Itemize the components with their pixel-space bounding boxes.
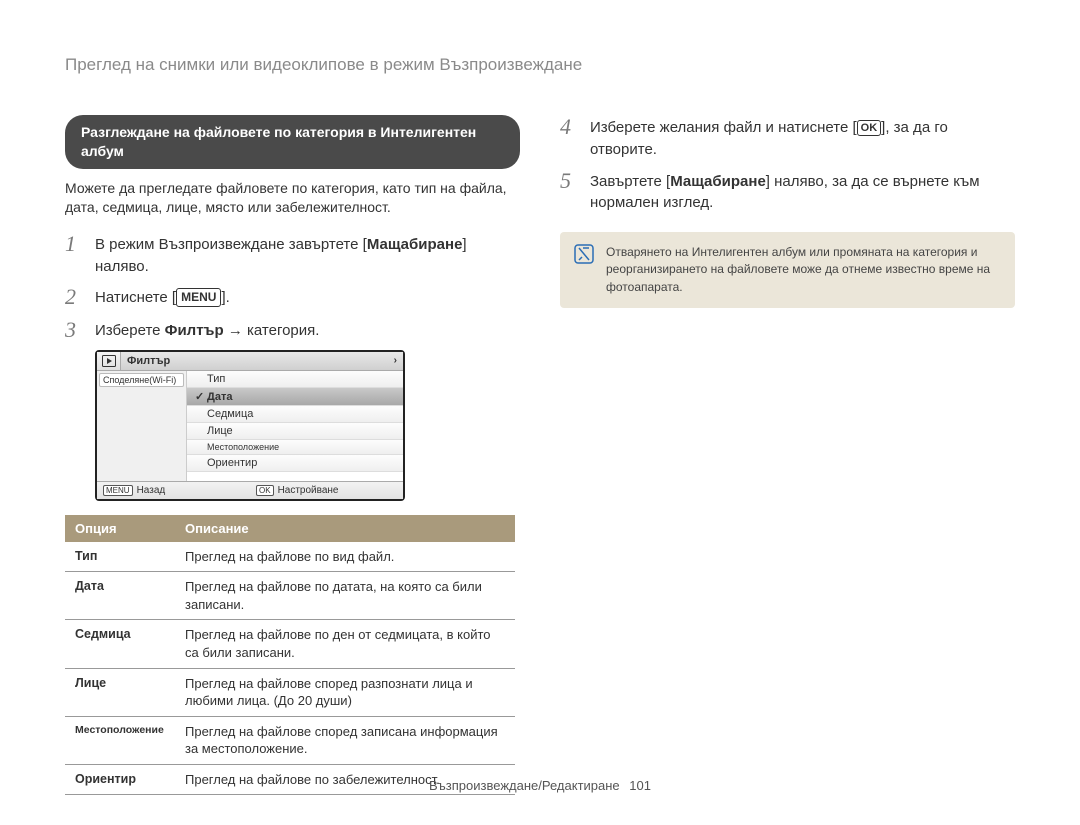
left-column: Разглеждане на файловете по категория в … [65,115,520,795]
opt-desc: Преглед на файлове по ден от седмицата, … [175,620,515,668]
opt-name: Седмица [65,620,175,668]
menu-key-icon: MENU [103,485,133,496]
text: Завъртете [ [590,173,670,190]
list-item-label: Тип [207,373,225,385]
opt-desc: Преглед на файлове според записана инфор… [175,716,515,764]
step-text: Завъртете [Мащабиране] наляво, за да се … [590,169,1015,215]
step-3: 3 Изберете Филтър → категория. [65,318,520,342]
page-footer: Възпроизвеждане/Редактиране 101 [0,778,1080,793]
list-item-label: Дата [207,391,232,403]
note-box: Отварянето на Интелигентен албум или про… [560,232,1015,308]
step-text: Натиснете [MENU]. [95,285,230,309]
camera-screen-mock: Филтър › Споделяне(Wi-Fi) Тип ✓Дата Седм… [95,350,405,501]
filter-list: Тип ✓Дата Седмица Лице Местоположение Ор… [187,371,403,481]
step-1: 1 В режим Възпроизвеждане завъртете [Мащ… [65,232,520,278]
table-row: СедмицаПреглед на файлове по ден от седм… [65,620,515,668]
page-number: 101 [629,778,651,793]
th-description: Описание [175,515,515,542]
text: → категория. [224,322,320,339]
step-2: 2 Натиснете [MENU]. [65,285,520,309]
step-text: В режим Възпроизвеждане завъртете [Мащаб… [95,232,520,278]
list-item-label: Седмица [207,408,253,420]
footer-section: Възпроизвеждане/Редактиране [429,778,620,793]
text: Изберете желания файл и натиснете [ [590,119,857,136]
list-item-label: Ориентир [207,457,257,469]
ok-key-icon: OK [256,485,274,496]
footer-set: OK Настройване [250,482,403,499]
text: Изберете [95,322,165,339]
zoom-label: Мащабиране [367,236,463,253]
list-item: Тип [187,371,403,388]
list-item: Местоположение [187,440,403,455]
set-label: Настройване [278,485,339,496]
opt-name: Лице [65,668,175,716]
options-table: Опция Описание ТипПреглед на файлове по … [65,515,515,795]
step-number: 5 [560,169,578,215]
list-item: Ориентир [187,455,403,472]
opt-desc: Преглед на файлове по датата, на която с… [175,572,515,620]
text: ]. [221,289,229,306]
footer-back: MENU Назад [97,482,250,499]
table-row: МестоположениеПреглед на файлове според … [65,716,515,764]
menu-key-icon: MENU [176,288,221,307]
table-row: ДатаПреглед на файлове по датата, на коя… [65,572,515,620]
table-row: ЛицеПреглед на файлове според разпознати… [65,668,515,716]
intro-text: Можете да прегледате файловете по катего… [65,179,520,218]
filter-tab: Филтър › [121,352,403,370]
note-icon [574,244,594,264]
list-item: Седмица [187,406,403,423]
chevron-right-icon: › [394,355,397,366]
right-column: 4 Изберете желания файл и натиснете [OK]… [560,115,1015,795]
ok-key-icon: OK [857,120,882,136]
text: Натиснете [ [95,289,176,306]
opt-name: Дата [65,572,175,620]
share-wifi-item: Споделяне(Wi-Fi) [99,373,184,387]
step-5: 5 Завъртете [Мащабиране] наляво, за да с… [560,169,1015,215]
note-text: Отварянето на Интелигентен албум или про… [606,244,1001,296]
step-text: Изберете Филтър → категория. [95,318,319,342]
filter-label: Филтър [165,322,224,339]
opt-desc: Преглед на файлове по вид файл. [175,542,515,572]
step-text: Изберете желания файл и натиснете [OK], … [590,115,1015,161]
th-option: Опция [65,515,175,542]
zoom-label: Мащабиране [670,173,766,190]
section-heading-pill: Разглеждане на файловете по категория в … [65,115,520,169]
opt-desc: Преглед на файлове според разпознати лиц… [175,668,515,716]
text: В режим Възпроизвеждане завъртете [ [95,236,367,253]
opt-name: Местоположение [65,716,175,764]
step-number: 3 [65,318,83,342]
filter-tab-label: Филтър [127,355,170,367]
back-label: Назад [137,485,166,496]
list-item-selected: ✓Дата [187,388,403,406]
step-4: 4 Изберете желания файл и натиснете [OK]… [560,115,1015,161]
opt-name: Тип [65,542,175,572]
check-icon: ✓ [195,390,207,403]
play-icon [97,352,121,370]
page-title: Преглед на снимки или видеоклипове в реж… [65,55,1015,75]
step-number: 2 [65,285,83,309]
list-item-label: Местоположение [207,442,279,452]
step-number: 1 [65,232,83,278]
table-row: ТипПреглед на файлове по вид файл. [65,542,515,572]
list-item-label: Лице [207,425,233,437]
step-number: 4 [560,115,578,161]
list-item: Лице [187,423,403,440]
